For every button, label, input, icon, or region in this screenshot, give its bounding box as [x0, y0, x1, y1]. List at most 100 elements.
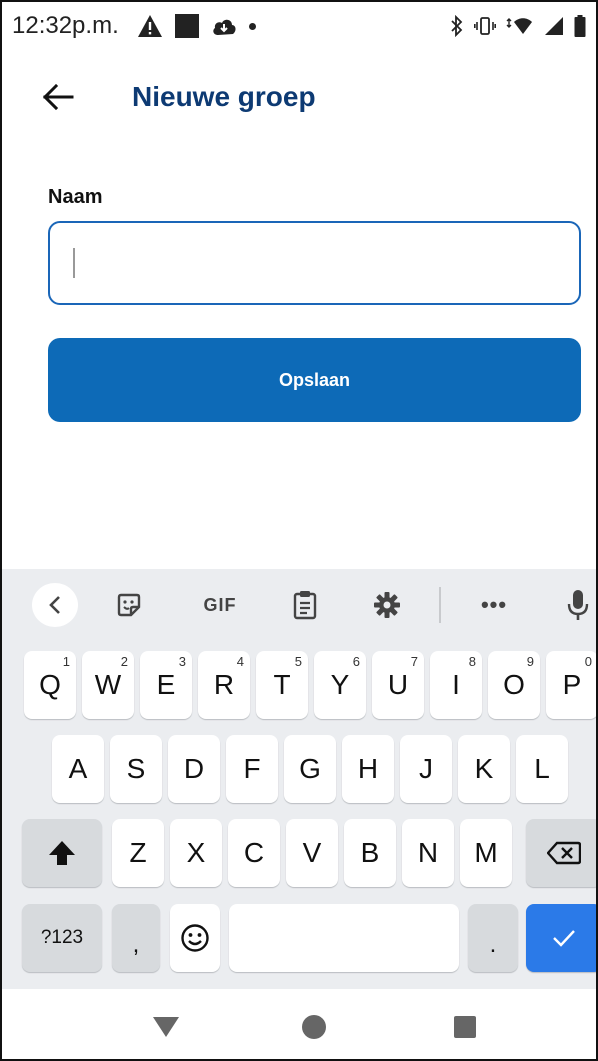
sticker-button[interactable]: [106, 583, 152, 627]
voice-input-button[interactable]: [558, 583, 596, 627]
triangle-back-icon: [153, 1017, 179, 1037]
key-number-hint: 9: [526, 654, 534, 669]
circle-home-icon: [302, 1015, 326, 1039]
key-label: U: [387, 669, 409, 700]
key-u[interactable]: U7: [372, 651, 424, 719]
phone-screen: 12:32p.m. Nieuwe groep Naam Opslaan GIF …: [0, 0, 598, 1061]
key-a[interactable]: A: [52, 735, 104, 803]
settings-button[interactable]: [364, 583, 410, 627]
keyboard-toolbar: GIF •••: [2, 569, 596, 641]
key-s[interactable]: S: [110, 735, 162, 803]
cloud-download-icon: [211, 16, 237, 36]
key-number-hint: 3: [178, 654, 186, 669]
name-input[interactable]: [48, 221, 581, 305]
key-label: Y: [330, 669, 350, 700]
key-w[interactable]: W2: [82, 651, 134, 719]
key-g[interactable]: G: [284, 735, 336, 803]
key-label: O: [503, 669, 525, 700]
save-button[interactable]: Opslaan: [48, 338, 581, 422]
key-c[interactable]: C: [228, 819, 280, 887]
emoji-icon: [181, 924, 209, 952]
clipboard-button[interactable]: [282, 583, 328, 627]
key-b[interactable]: B: [344, 819, 396, 887]
chevron-left-icon: [49, 596, 60, 614]
key-v[interactable]: V: [286, 819, 338, 887]
key-label: W: [94, 669, 122, 700]
square-icon: [174, 14, 199, 38]
dot-icon: [248, 22, 256, 30]
key-label: J: [419, 753, 433, 784]
key-label: T: [273, 669, 291, 700]
key-r[interactable]: R4: [198, 651, 250, 719]
key-k[interactable]: K: [458, 735, 510, 803]
key-label: X: [186, 837, 206, 868]
key-z[interactable]: Z: [112, 819, 164, 887]
battery-icon: [574, 15, 586, 37]
key-number-hint: 4: [236, 654, 244, 669]
shift-key[interactable]: [22, 819, 102, 887]
status-left-icons: [137, 14, 256, 38]
key-label: S: [126, 753, 146, 784]
nav-back-button[interactable]: [148, 1009, 184, 1045]
symbols-key[interactable]: ?123: [22, 904, 102, 972]
key-l[interactable]: L: [516, 735, 568, 803]
key-j[interactable]: J: [400, 735, 452, 803]
key-h[interactable]: H: [342, 735, 394, 803]
key-label: A: [68, 753, 88, 784]
nav-home-button[interactable]: [296, 1009, 332, 1045]
on-screen-keyboard: GIF ••• ?123 , . Q 1 W 2 E 3 R 4 T 5 Y 6…: [2, 569, 596, 989]
key-label: Q: [39, 669, 61, 700]
key-y[interactable]: Y6: [314, 651, 366, 719]
status-bar: 12:32p.m.: [2, 2, 596, 50]
key-label: G: [299, 753, 321, 784]
key-m[interactable]: M: [460, 819, 512, 887]
key-d[interactable]: D: [168, 735, 220, 803]
key-i[interactable]: I8: [430, 651, 482, 719]
toolbar-divider: [439, 587, 441, 623]
back-button[interactable]: [28, 67, 88, 127]
symbols-key-label: ?123: [40, 927, 84, 948]
key-n[interactable]: N: [402, 819, 454, 887]
arrow-left-icon: [42, 83, 74, 111]
more-options-button[interactable]: •••: [468, 583, 520, 627]
key-t[interactable]: T5: [256, 651, 308, 719]
space-key[interactable]: [229, 904, 459, 972]
key-number-hint: 0: [584, 654, 592, 669]
key-label: M: [474, 837, 498, 868]
comma-key-label: ,: [132, 931, 140, 958]
system-nav-bar: [2, 991, 596, 1059]
key-x[interactable]: X: [170, 819, 222, 887]
emoji-key[interactable]: [170, 904, 220, 972]
key-label: I: [452, 669, 460, 700]
key-label: R: [213, 669, 235, 700]
more-options-label: •••: [480, 592, 508, 617]
key-o[interactable]: O9: [488, 651, 540, 719]
keyboard-collapse-button[interactable]: [32, 583, 78, 627]
bluetooth-icon: [450, 15, 464, 37]
checkmark-icon: [553, 930, 575, 947]
key-label: N: [417, 837, 439, 868]
key-p[interactable]: P0: [546, 651, 596, 719]
key-label: Z: [129, 837, 147, 868]
shift-arrow-icon: [49, 841, 75, 865]
key-e[interactable]: E3: [140, 651, 192, 719]
backspace-icon: [547, 841, 581, 865]
backspace-key[interactable]: [526, 819, 596, 887]
key-label: P: [562, 669, 582, 700]
clipboard-icon: [293, 591, 317, 620]
comma-key[interactable]: ,: [112, 904, 160, 972]
status-time: 12:32p.m.: [12, 12, 119, 39]
key-f[interactable]: F: [226, 735, 278, 803]
done-key[interactable]: [526, 904, 596, 972]
key-label: H: [357, 753, 379, 784]
key-number-hint: 5: [294, 654, 302, 669]
text-caret: [73, 248, 75, 278]
period-key[interactable]: .: [468, 904, 518, 972]
wifi-icon: [506, 16, 534, 36]
key-label: E: [156, 669, 176, 700]
nav-recents-button[interactable]: [447, 1009, 483, 1045]
key-label: C: [243, 837, 265, 868]
period-key-label: .: [489, 931, 497, 958]
key-q[interactable]: Q1: [24, 651, 76, 719]
gif-button[interactable]: GIF: [190, 583, 250, 627]
